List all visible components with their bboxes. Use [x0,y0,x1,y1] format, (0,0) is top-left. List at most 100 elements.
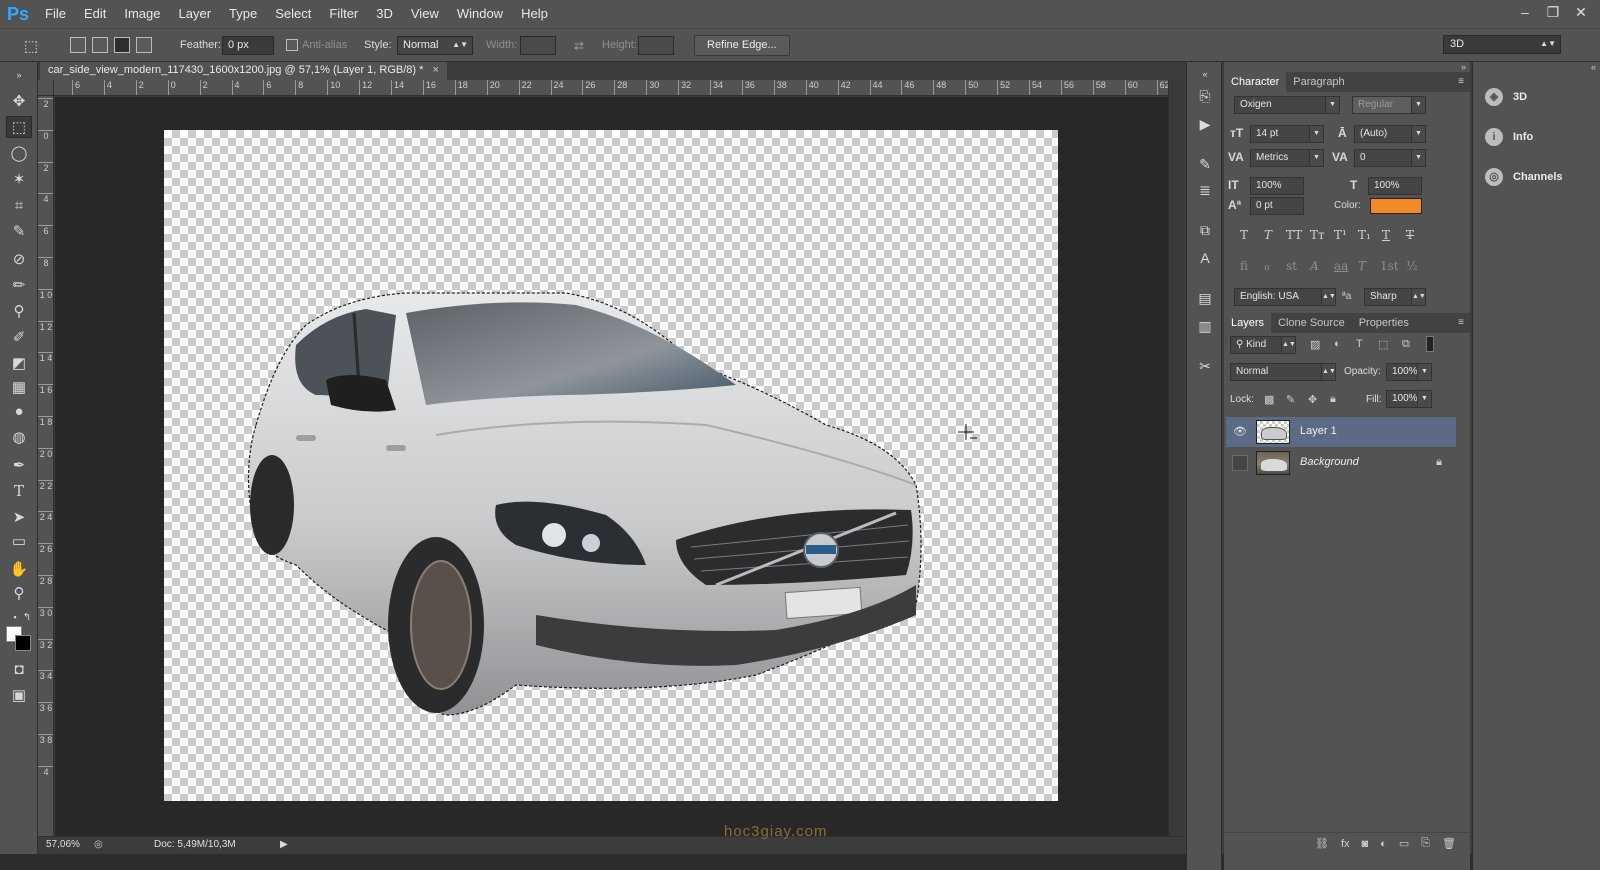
tab-layers[interactable]: Layers [1224,313,1272,333]
lasso-tool-icon[interactable]: ◯ [6,142,32,164]
lock-position-icon[interactable]: ✥ [1308,393,1317,406]
add-mask-icon[interactable]: ◙ [1362,838,1369,850]
expand-dock-icon[interactable]: « [1195,64,1215,84]
dodge-tool-icon[interactable]: ◍ [6,426,32,448]
menu-window[interactable]: Window [448,0,512,28]
old-style-button[interactable]: ℴ [1264,259,1270,273]
lock-transparent-icon[interactable]: ▩ [1264,393,1274,406]
crop-tool-icon[interactable]: ⌗ [6,194,32,216]
eraser-tool-icon[interactable]: ◩ [6,352,32,374]
dock-item-info[interactable]: i Info [1473,120,1600,154]
antialias-checkbox[interactable] [286,39,298,51]
clone-stamp-tool-icon[interactable]: ⚲ [6,300,32,322]
fill-input[interactable]: 100% ▼ [1386,390,1432,408]
layers-panel-menu-icon[interactable]: ≡ [1458,317,1464,328]
close-button[interactable]: ✕ [1570,3,1592,21]
ligatures-button[interactable]: fi [1240,259,1248,273]
menu-select[interactable]: Select [266,0,320,28]
move-tool-icon[interactable]: ✥ [6,90,32,112]
height-input[interactable] [638,36,674,55]
status-menu-arrow-icon[interactable]: ▶ [280,839,288,850]
pen-tool-icon[interactable]: ✒ [6,454,32,476]
swap-colors-icon[interactable]: ↰ [14,606,40,628]
collapse-icon[interactable]: » [6,64,32,86]
language-select[interactable]: English: USA ▲▼ [1234,288,1336,306]
panel-menu-icon[interactable]: ≡ [1458,76,1464,87]
intersect-selection-icon[interactable] [136,37,152,53]
baseline-shift-input[interactable]: 0 pt [1250,197,1304,215]
menu-3d[interactable]: 3D [367,0,402,28]
expand-dock-icon[interactable]: « [1591,62,1596,72]
contextual-button[interactable]: T [1358,259,1366,273]
strikethrough-button[interactable]: T [1406,228,1414,242]
new-layer-icon[interactable]: ⎘ [1421,837,1430,850]
rectangle-tool-icon[interactable]: ▭ [6,530,32,552]
menu-image[interactable]: Image [115,0,169,28]
menu-filter[interactable]: Filter [320,0,367,28]
swap-icon[interactable]: ⇄ [566,35,592,57]
small-caps-button[interactable]: Tт [1310,228,1325,242]
eye-icon[interactable]: 👁︎ [1232,424,1248,440]
quick-mask-icon[interactable]: ◘ [6,658,32,680]
restore-button[interactable]: ❐ [1542,3,1564,21]
blend-mode-select[interactable]: Normal ▲▼ [1230,363,1336,381]
subtract-from-selection-icon[interactable] [114,37,130,53]
new-group-icon[interactable]: ▭ [1399,837,1409,850]
canvas-vertical-scrollbar[interactable] [1168,80,1184,836]
filter-type-icon[interactable]: T [1356,338,1363,350]
workspace-select[interactable]: 3D ▲▼ [1443,35,1561,54]
filter-smart-object-icon[interactable]: ⧉ [1402,338,1410,351]
ruler-origin[interactable] [38,80,54,96]
magic-wand-tool-icon[interactable]: ✶ [6,168,32,190]
vertical-scale-input[interactable]: 100% [1250,177,1304,195]
faux-italic-button[interactable]: T [1264,228,1272,242]
antialias-select[interactable]: Sharp ▲▼ [1364,288,1426,306]
titling-button[interactable]: aa [1334,259,1348,273]
layer-row-background[interactable]: Background 🔒︎ [1226,448,1456,478]
minimize-button[interactable]: – [1514,3,1536,21]
filter-pixel-icon[interactable]: ▨ [1310,338,1320,351]
rectangular-marquee-tool-icon[interactable]: ⬚ [6,116,32,138]
dock-item-3d[interactable]: ◈ 3D [1473,80,1600,114]
history-panel-icon[interactable]: ⎘ [1195,86,1215,106]
width-input[interactable] [520,36,556,55]
filter-shape-icon[interactable]: ⬚ [1378,338,1388,351]
subscript-button[interactable]: T₁ [1358,228,1371,242]
healing-brush-tool-icon[interactable]: ⊘ [6,248,32,270]
stylistic-alternates-button[interactable]: st [1286,259,1297,273]
dock-item-channels[interactable]: ◎ Channels [1473,160,1600,194]
all-caps-button[interactable]: TT [1286,228,1302,242]
menu-type[interactable]: Type [220,0,266,28]
fx-icon[interactable]: fx [1341,838,1350,850]
filter-adjustment-icon[interactable]: ◐ [1334,338,1341,350]
menu-view[interactable]: View [402,0,448,28]
link-layers-icon[interactable]: ⛓︎ [1315,837,1329,850]
gradient-tool-icon[interactable]: ▦ [6,376,32,398]
close-icon[interactable]: × [432,64,438,76]
fractions-button[interactable]: ½ [1406,259,1418,273]
tool-presets-icon[interactable]: ✂ [1195,356,1215,376]
lock-all-icon[interactable]: 🔒︎ [1330,393,1336,406]
add-to-selection-icon[interactable] [92,37,108,53]
font-family-select[interactable]: Oxigen ▼ [1234,96,1340,114]
type-tool-icon[interactable]: T [6,480,32,502]
tab-paragraph[interactable]: Paragraph [1286,72,1351,92]
filter-toggle-icon[interactable] [1426,336,1434,352]
horizontal-scale-input[interactable]: 100% [1368,177,1422,195]
superscript-button[interactable]: T¹ [1334,228,1347,242]
faux-bold-button[interactable]: T [1240,228,1248,242]
document-tab[interactable]: car_side_view_modern_117430_1600x1200.jp… [40,62,447,80]
tab-clone-source[interactable]: Clone Source [1271,313,1352,333]
actions-panel-icon[interactable]: ▶ [1195,114,1215,134]
tab-properties[interactable]: Properties [1352,313,1416,333]
feather-input[interactable]: 0 px [222,36,274,55]
eyedropper-tool-icon[interactable]: ✎ [6,220,32,242]
layer-filter-select[interactable]: ⚲ Kind ▲▼ [1230,336,1296,354]
layer-row-layer-1[interactable]: 👁︎ Layer 1 [1226,417,1456,447]
trash-icon[interactable]: 🗑︎ [1442,837,1456,850]
adjustment-layer-icon[interactable]: ◐ [1380,838,1387,850]
tab-character[interactable]: Character [1224,72,1287,92]
kerning-select[interactable]: Metrics ▼ [1250,149,1324,167]
underline-button[interactable]: T [1382,228,1390,242]
leading-input[interactable]: (Auto) ▼ [1354,125,1426,143]
